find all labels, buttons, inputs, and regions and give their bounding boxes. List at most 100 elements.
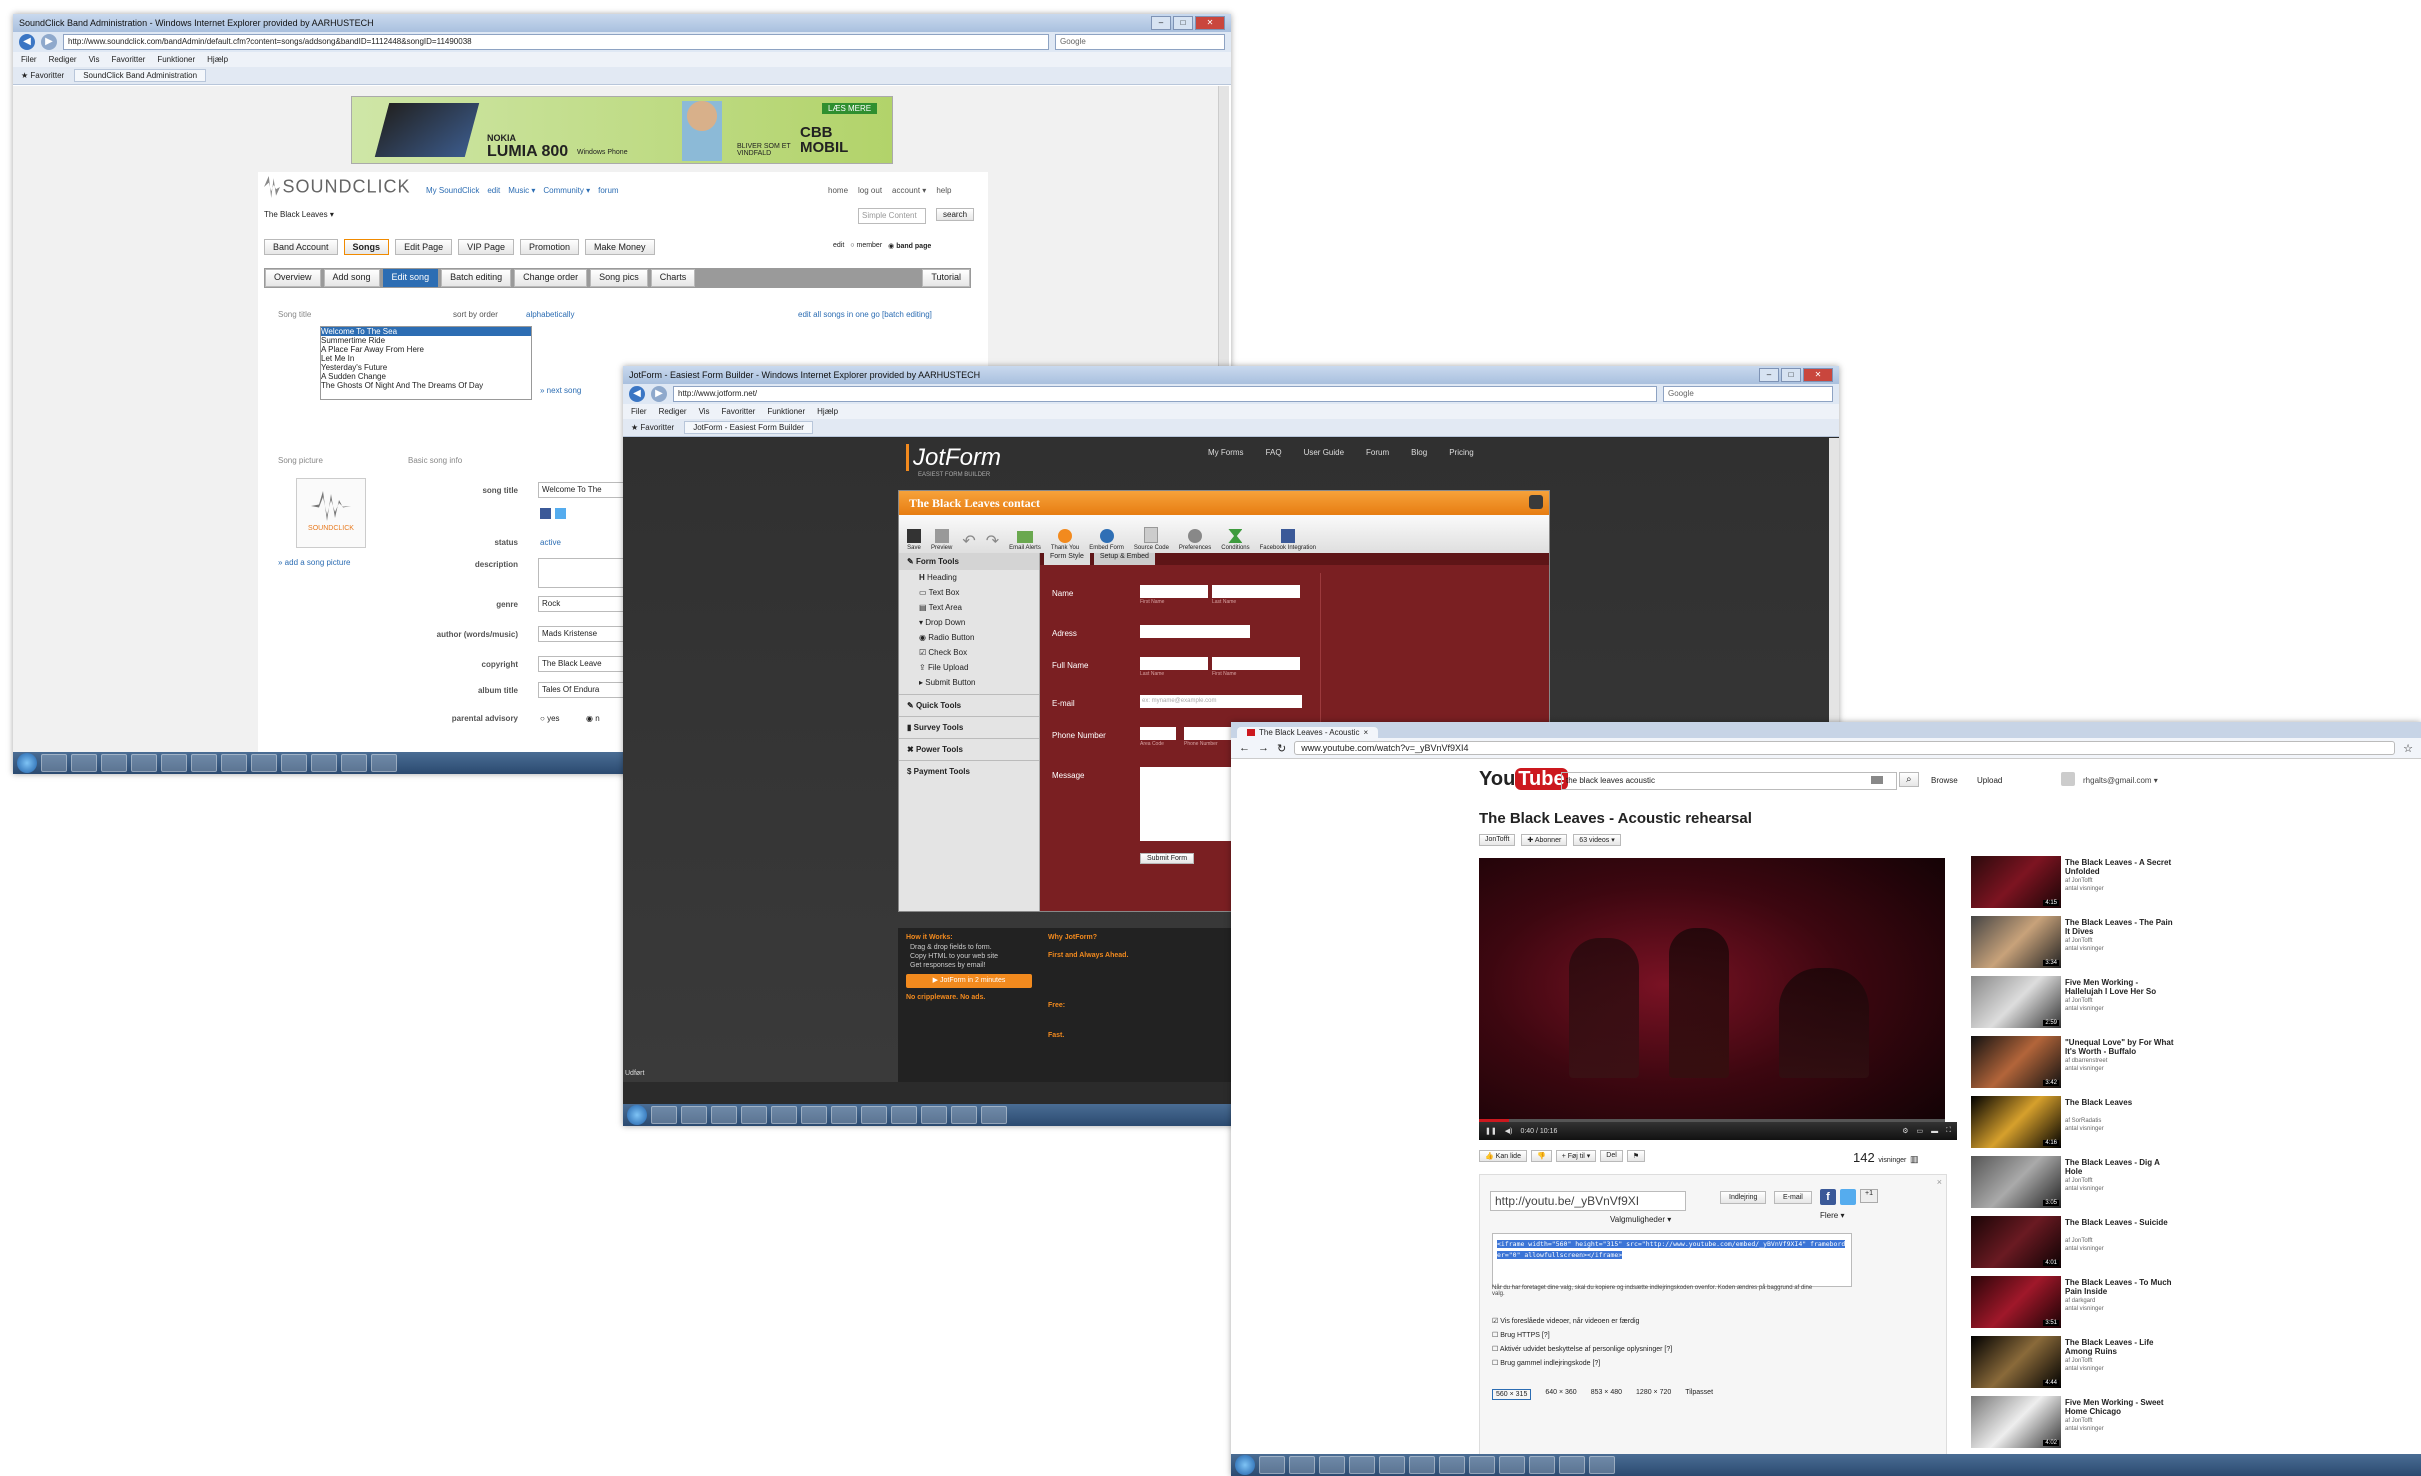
back-icon[interactable]: ◀ [629,386,645,402]
bookmark-star-icon[interactable]: ☆ [2403,742,2413,755]
thank-you-button[interactable]: Thank You [1051,529,1079,551]
toggle-edit[interactable]: edit [833,242,844,250]
song-title-input[interactable]: Welcome To The [538,482,626,498]
reload-icon[interactable]: ↻ [1277,742,1286,755]
taskbar-item[interactable] [41,754,67,772]
related-item[interactable]: 3:05 The Black Leaves - Dig A Hole af Jo… [1971,1156,2211,1210]
song-item[interactable]: Yesterday's Future [321,363,531,372]
embed-button[interactable]: Indlejring [1720,1191,1767,1204]
taskbar-item[interactable] [221,754,247,772]
related-item[interactable]: 2:59 Five Men Working - Hallelujah I Lov… [1971,976,2211,1030]
ad-cta[interactable]: LÆS MERE [822,103,878,114]
redo-button[interactable]: ↷ [986,531,999,551]
taskbar-item[interactable] [891,1106,917,1124]
more-share[interactable]: Flere ▾ [1820,1211,1844,1220]
taskbar-item[interactable] [71,754,97,772]
related-item[interactable]: 3:34 The Black Leaves - The Pain It Dive… [1971,916,2211,970]
taskbar-item[interactable] [251,754,277,772]
forward-icon[interactable]: ▶ [651,386,667,402]
related-item[interactable]: 4:16 The Black Leaves af SorRadatis anta… [1971,1096,2211,1150]
address-input[interactable]: http://www.jotform.net/ [673,386,1657,402]
taskbar-item[interactable] [281,754,307,772]
subtab-charts[interactable]: Charts [650,269,696,287]
taskbar-item[interactable] [1349,1456,1375,1474]
link-account[interactable]: account ▾ [892,186,926,195]
nav-pricing[interactable]: Pricing [1449,448,1473,457]
tab-form-style[interactable]: Form Style [1044,553,1090,565]
video-player[interactable]: ❚❚ ◀) 0:40 / 10:16 ⚙ ▭ ▬ ⛶ [1479,858,1957,1140]
browser-tab[interactable]: The Black Leaves - Acoustic × [1237,727,1379,738]
first-name-input[interactable] [1140,585,1208,598]
radio-band-page[interactable]: ◉ band page [888,242,931,250]
nav-forum[interactable]: forum [598,186,618,195]
taskbar-item[interactable] [1379,1456,1405,1474]
taskbar-item[interactable] [831,1106,857,1124]
subtab-batch-editing[interactable]: Batch editing [441,269,512,287]
start-button[interactable] [17,753,37,773]
tool-drop-down[interactable]: ▾ Drop Down [899,615,1039,630]
taskbar-item[interactable] [1409,1456,1435,1474]
option-row[interactable]: ☐ Aktivér udvidet beskyttelse af personl… [1492,1345,1672,1353]
tab-make-money[interactable]: Make Money [585,239,655,255]
song-list[interactable]: Welcome To The Sea Summertime Ride A Pla… [320,326,532,400]
size-option[interactable]: Tilpasset [1685,1389,1713,1400]
related-item[interactable]: 3:42 "Unequal Love" by For What It's Wor… [1971,1036,2211,1090]
minimize-button[interactable]: – [1759,368,1779,382]
ad-banner[interactable]: NOKIA LUMIA 800 Windows Phone LÆS MERE B… [351,96,893,164]
undo-button[interactable]: ↶ [962,531,975,551]
option-row[interactable]: ☐ Brug gammel indlejringskode [?] [1492,1359,1600,1367]
tab-band-account[interactable]: Band Account [264,239,338,255]
taskbar-item[interactable] [371,754,397,772]
sc-search-input[interactable]: Simple Content [858,208,926,224]
google-plus-icon[interactable]: +1 [1860,1189,1878,1203]
email-alerts-button[interactable]: Email Alerts [1009,531,1041,551]
add-picture-link[interactable]: » add a song picture [278,558,351,567]
twitter-icon[interactable] [555,508,566,519]
song-item[interactable]: A Sudden Change [321,372,531,381]
taskbar-item[interactable] [191,754,217,772]
tab-edit-page[interactable]: Edit Page [395,239,453,255]
fullscreen-icon[interactable]: ⛶ [1946,1127,1951,1135]
menu-help[interactable]: Hjælp [207,55,228,64]
favorites-button[interactable]: ★ Favoritter [21,71,64,80]
related-item[interactable]: 4:44 The Black Leaves - Life Among Ruins… [1971,1336,2211,1390]
sort-alphabetically[interactable]: alphabetically [526,310,574,319]
yt-search-input[interactable]: the black leaves acoustic [1561,772,1897,790]
preferences-button[interactable]: Preferences [1179,529,1211,551]
menu-tools[interactable]: Funktioner [767,407,805,416]
menu-file[interactable]: Filer [631,407,647,416]
progress-bar[interactable] [1479,1119,1945,1122]
related-item[interactable]: 3:51 The Black Leaves - To Much Pain Ins… [1971,1276,2211,1330]
next-song-link[interactable]: » next song [540,386,581,395]
taskbar-item[interactable] [981,1106,1007,1124]
taskbar-item[interactable] [101,754,127,772]
account-menu[interactable]: rhgalts@gmail.com ▾ [2083,776,2158,785]
address-input[interactable]: http://www.soundclick.com/bandAdmin/defa… [63,34,1049,50]
taskbar-item[interactable] [801,1106,827,1124]
maximize-button[interactable]: □ [1781,368,1801,382]
related-item[interactable]: 4:02 Five Men Working - Sweet Home Chica… [1971,1396,2211,1450]
start-button[interactable] [627,1105,647,1125]
taskbar-item[interactable] [341,754,367,772]
embed-form-button[interactable]: Embed Form [1089,529,1124,551]
taskbar-item[interactable] [711,1106,737,1124]
upload-link[interactable]: Upload [1977,776,2002,785]
favorites-button[interactable]: ★ Favoritter [631,423,674,432]
forward-icon[interactable]: ▶ [41,34,57,50]
taskbar-item[interactable] [1559,1456,1585,1474]
facebook-icon[interactable]: f [1820,1189,1836,1205]
taskbar-item[interactable] [921,1106,947,1124]
like-button[interactable]: 👍 Kan lide [1479,1150,1527,1162]
subtab-add-song[interactable]: Add song [323,269,380,287]
song-item[interactable]: Welcome To The Sea [321,327,531,336]
save-button[interactable]: Save [907,529,921,551]
facebook-integration-button[interactable]: Facebook Integration [1260,529,1316,551]
link-help[interactable]: help [936,186,951,195]
back-icon[interactable]: ◀ [19,34,35,50]
pause-icon[interactable]: ❚❚ [1485,1127,1497,1135]
account-avatar[interactable] [2061,772,2075,786]
start-button[interactable] [1235,1455,1255,1475]
youtube-logo[interactable]: You Tube [1479,768,1568,791]
taskbar-item[interactable] [741,1106,767,1124]
edit-all-link[interactable]: edit all songs in one go [batch editing] [798,310,932,319]
